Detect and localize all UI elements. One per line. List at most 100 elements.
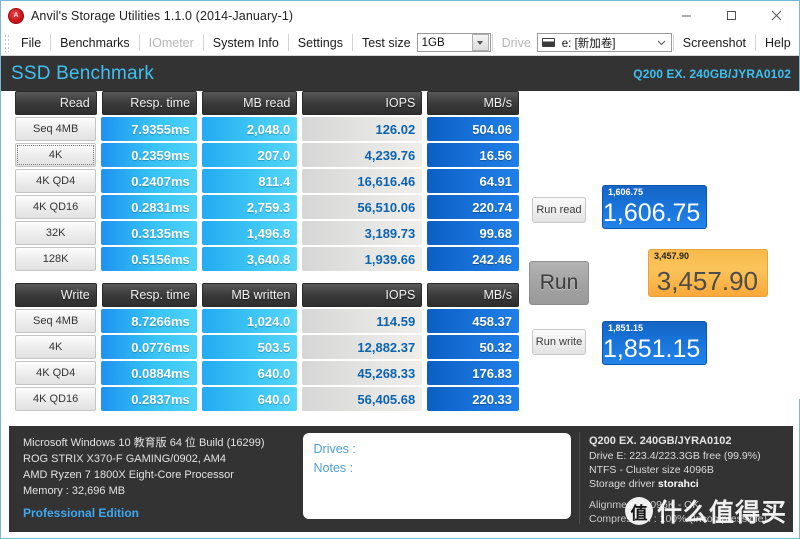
menu-item-file[interactable]: File: [13, 30, 49, 56]
read-table-header: Read Resp. time MB read IOPS MB/s: [15, 91, 519, 115]
write-iops: 12,882.37: [302, 335, 423, 359]
write-mbs: 458.37: [427, 309, 520, 333]
read-resp-time: 0.3135ms: [101, 221, 197, 245]
read-iops: 1,939.66: [302, 247, 423, 271]
read-resp-time: 0.2407ms: [101, 169, 197, 193]
write-resp-time: 0.0884ms: [101, 361, 197, 385]
app-icon: A: [8, 7, 24, 24]
drive-value: e: [新加卷]: [561, 37, 616, 50]
drive-label: Drive: [501, 35, 531, 50]
alignment-line: Alignment : 4096K - OK: [589, 499, 700, 511]
write-mbs: 50.32: [427, 335, 520, 359]
write-mbs: 176.83: [427, 361, 520, 385]
read-mbs: 64.91: [427, 169, 520, 193]
table-row: 4K 0.0776ms 503.5 12,882.37 50.32: [15, 335, 520, 359]
write-score-label: 1,851.15: [608, 323, 644, 333]
read-mb: 811.4: [201, 169, 298, 193]
chevron-down-icon[interactable]: [653, 34, 670, 51]
table-row: 128K 0.5156ms 3,640.8 1,939.66 242.46: [15, 247, 520, 271]
write-mb: 503.5: [201, 335, 298, 359]
column-header-mb-read: MB read: [202, 91, 298, 115]
menu-item-system-info[interactable]: System Info: [205, 30, 287, 56]
write-resp-time: 0.0776ms: [101, 335, 197, 359]
read-row-button[interactable]: 32K: [15, 221, 97, 245]
benchmark-area: Read Resp. time MB read IOPS MB/s Seq 4M…: [1, 91, 800, 411]
write-resp-time: 0.2837ms: [101, 387, 197, 411]
read-row-button[interactable]: 4K QD16: [15, 195, 97, 219]
menu-item-settings[interactable]: Settings: [290, 30, 351, 56]
read-mb: 2,048.0: [201, 117, 298, 141]
table-row: 4K QD16 0.2831ms 2,759.3 56,510.06 220.7…: [15, 195, 520, 219]
test-size-value: 1GB: [421, 36, 445, 49]
chevron-down-icon[interactable]: [471, 34, 489, 51]
system-info-block: Microsoft Windows 10 教育版 64 位 Build (162…: [9, 426, 294, 532]
storage-driver-value: storahci: [657, 478, 699, 490]
write-row-button[interactable]: 4K QD16: [15, 387, 97, 411]
menu-item-benchmarks[interactable]: Benchmarks: [52, 30, 137, 56]
total-score-box: 3,457.90 3,457.90: [648, 249, 768, 297]
write-score-box: 1,851.15 1,851.15: [602, 321, 707, 365]
column-header-mbs: MB/s: [427, 91, 519, 115]
read-mbs: 99.68: [427, 221, 520, 245]
page-title: SSD Benchmark: [11, 62, 155, 84]
read-score-label: 1,606.75: [608, 187, 644, 197]
close-button[interactable]: [754, 1, 799, 30]
write-mb: 1,024.0: [201, 309, 298, 333]
menu-bar: File Benchmarks IOmeter System Info Sett…: [1, 30, 799, 56]
read-mbs: 16.56: [427, 143, 520, 167]
compression-line: Compression : 100% (Incompressible): [589, 513, 767, 525]
table-gap: [15, 273, 519, 283]
read-mb: 207.0: [201, 143, 298, 167]
window-controls: [664, 1, 799, 30]
read-score-box: 1,606.75 1,606.75: [602, 185, 707, 229]
drive-select[interactable]: e: [新加卷]: [536, 33, 672, 52]
write-row-button[interactable]: 4K: [15, 335, 97, 359]
system-info-line: ROG STRIX X370-F GAMING/0902, AM4: [23, 453, 226, 465]
storage-driver-line: Storage driver storahci: [589, 477, 793, 491]
menu-item-help[interactable]: Help: [757, 30, 799, 56]
write-row-button[interactable]: 4K QD4: [15, 361, 97, 385]
read-table: Read Resp. time MB read IOPS MB/s Seq 4M…: [15, 91, 520, 271]
drives-label: Drives :: [313, 442, 356, 456]
column-header-read: Read: [15, 91, 97, 115]
column-header-iops: IOPS: [302, 91, 423, 115]
run-write-button[interactable]: Run write: [532, 329, 586, 355]
system-info-line: Microsoft Windows 10 教育版 64 位 Build (162…: [23, 437, 265, 449]
write-table-header: Write Resp. time MB written IOPS MB/s: [15, 283, 519, 307]
write-row-button[interactable]: Seq 4MB: [15, 309, 97, 333]
test-size-label: Test size: [361, 35, 411, 50]
column-header-iops: IOPS: [302, 283, 423, 307]
minimize-button[interactable]: [664, 1, 709, 30]
read-mbs: 220.74: [427, 195, 520, 219]
table-row: Seq 4MB 7.9355ms 2,048.0 126.02 504.06: [15, 117, 520, 141]
header-drive-model: Q200 EX. 240GB/JYRA0102: [633, 66, 791, 81]
write-iops: 114.59: [302, 309, 423, 333]
read-mb: 2,759.3: [201, 195, 298, 219]
drive-capacity-line: Drive E: 223.4/223.3GB free (99.9%): [589, 450, 761, 462]
notes-input[interactable]: Drives : Notes :: [302, 433, 571, 519]
run-read-button[interactable]: Run read: [532, 197, 586, 223]
divider: [579, 432, 580, 524]
test-size-select[interactable]: 1GB: [416, 33, 491, 52]
read-resp-time: 0.2831ms: [101, 195, 197, 219]
drive-filesystem-line: NTFS - Cluster size 4096B: [589, 464, 714, 476]
write-mb: 640.0: [201, 361, 298, 385]
read-mbs: 504.06: [427, 117, 520, 141]
read-row-button[interactable]: 128K: [15, 247, 97, 271]
read-row-button[interactable]: 4K QD4: [15, 169, 97, 193]
menu-separator: [50, 34, 52, 51]
run-controls-panel: Run read Run Run write 1,606.75 1,606.75…: [526, 91, 788, 399]
notes-block: Drives : Notes :: [294, 426, 579, 532]
read-resp-time: 7.9355ms: [101, 117, 197, 141]
write-mb: 640.0: [201, 387, 298, 411]
read-row-button[interactable]: Seq 4MB: [15, 117, 97, 141]
column-header-mb-written: MB written: [202, 283, 298, 307]
read-iops: 126.02: [302, 117, 423, 141]
read-mbs: 242.46: [427, 247, 520, 271]
table-row: 32K 0.3135ms 1,496.8 3,189.73 99.68: [15, 221, 520, 245]
menu-item-screenshot[interactable]: Screenshot: [675, 30, 754, 56]
table-row: 4K QD16 0.2837ms 640.0 56,405.68 220.33: [15, 387, 520, 411]
run-button[interactable]: Run: [529, 261, 589, 305]
maximize-button[interactable]: [709, 1, 754, 30]
read-row-button[interactable]: 4K: [15, 143, 97, 167]
